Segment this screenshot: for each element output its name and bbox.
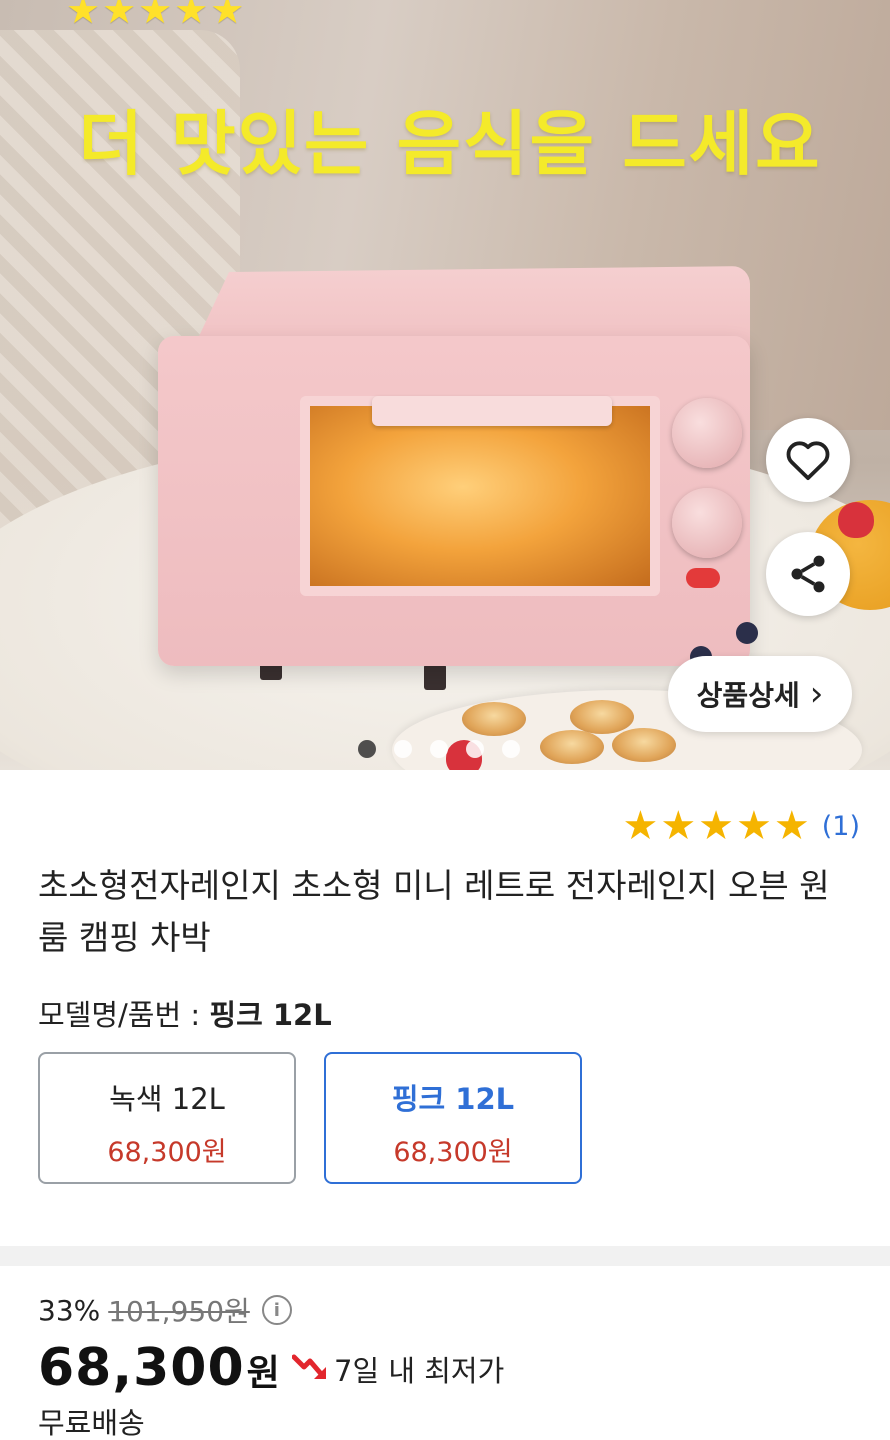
star-icon: ★: [773, 803, 810, 849]
option-price: 68,300원: [393, 1137, 513, 1168]
model-number-row: 모델명/품번 : 핑크 12L: [38, 992, 332, 1034]
rating-summary[interactable]: ★ ★ ★ ★ ★ (1): [622, 806, 860, 846]
carousel-dot[interactable]: [502, 740, 520, 758]
product-title: 초소형전자레인지 초소형 미니 레트로 전자레인지 오븐 원룸 캠핑 차박: [38, 866, 830, 957]
rating-stars: ★ ★ ★ ★ ★: [622, 806, 809, 846]
carousel-dot[interactable]: [358, 740, 376, 758]
oven-product-photo: [158, 266, 750, 690]
oven-leg: [424, 664, 446, 690]
strawberry: [838, 502, 874, 538]
blueberry: [736, 622, 758, 644]
hero-stars: ★★★★★: [66, 0, 247, 32]
oven-knob: [672, 398, 742, 468]
model-value: 핑크 12L: [209, 998, 332, 1032]
product-image-carousel[interactable]: ★★★★★ 더 맛있는 음식을 드세요 상품상세 ›: [0, 0, 890, 770]
star-icon: ★: [622, 803, 659, 849]
tart: [540, 730, 604, 764]
star-icon: ★: [698, 803, 735, 849]
option-price: 68,300원: [107, 1137, 227, 1168]
share-button[interactable]: [766, 532, 850, 616]
carousel-dot[interactable]: [466, 740, 484, 758]
shipping-info: 무료배송: [38, 1406, 145, 1440]
discount-rate: 33%: [38, 1293, 101, 1327]
carousel-dot[interactable]: [430, 740, 448, 758]
product-detail-label: 상품상세: [696, 679, 800, 712]
oven-window: [300, 396, 660, 596]
option-name: 핑크 12L: [391, 1082, 515, 1116]
lowest-price-label: 7일 내 최저가: [334, 1354, 505, 1388]
carousel-dot[interactable]: [394, 740, 412, 758]
sale-price-amount: 68,300: [38, 1338, 245, 1398]
product-detail-button[interactable]: 상품상세 ›: [668, 656, 852, 732]
option-pink-12l[interactable]: 핑크 12L 68,300원: [324, 1052, 582, 1184]
hero-headline: 더 맛있는 음식을 드세요: [78, 103, 822, 185]
oven-power-button: [686, 568, 720, 588]
star-icon: ★: [660, 803, 697, 849]
tart: [612, 728, 676, 762]
option-green-12l[interactable]: 녹색 12L 68,300원: [38, 1052, 296, 1184]
tart: [462, 702, 526, 736]
chevron-right-icon: ›: [809, 674, 824, 714]
option-name: 녹색 12L: [109, 1082, 225, 1116]
star-icon: ★: [736, 803, 772, 849]
sale-price: 68,300 원: [38, 1338, 280, 1398]
lowest-price-badge: 7일 내 최저가: [292, 1348, 504, 1390]
oven-knob: [672, 488, 742, 558]
review-count[interactable]: (1): [822, 811, 860, 842]
wishlist-button[interactable]: [766, 418, 850, 502]
heart-icon: [786, 441, 830, 481]
tart: [570, 700, 634, 734]
original-price: 101,950원: [108, 1295, 250, 1328]
discount-row: 33% 101,950원 i: [38, 1290, 292, 1330]
section-divider: [0, 1246, 890, 1266]
oven-handle: [372, 396, 612, 426]
sale-price-currency: 원: [246, 1353, 280, 1394]
share-icon: [791, 555, 825, 593]
carousel-indicator: [358, 740, 520, 758]
info-icon[interactable]: i: [261, 1295, 292, 1325]
down-arrow-icon: [292, 1354, 326, 1379]
model-label: 모델명/품번 :: [38, 998, 210, 1032]
